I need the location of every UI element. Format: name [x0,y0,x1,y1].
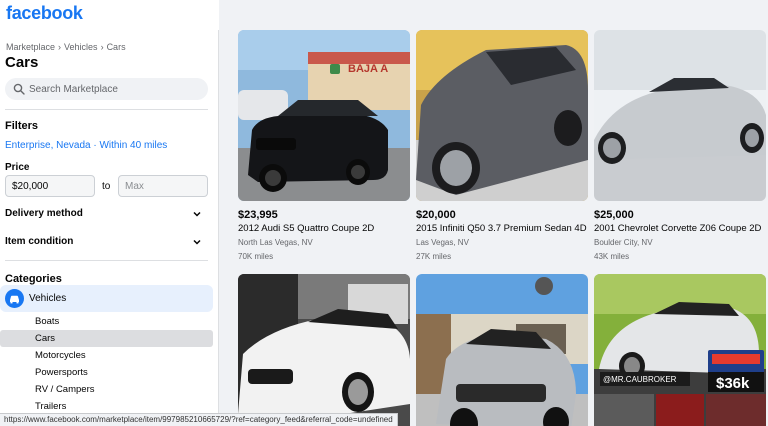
chevron-down-icon [193,239,201,245]
status-bar-url: https://www.facebook.com/marketplace/ite… [0,413,398,426]
listing-location: Boulder City, NV [594,238,653,247]
price-min-input[interactable] [5,175,95,197]
search-icon [13,83,25,95]
breadcrumb: Marketplace › Vehicles › Cars [6,42,126,52]
breadcrumb-cars[interactable]: Cars [107,42,126,52]
sidebar: Marketplace›Vehicles›Cars Cars Filters E… [0,30,219,426]
listing-photo[interactable] [594,30,766,201]
price-overlay-text: $36k [716,375,750,392]
subcategory-powersports[interactable]: Powersports [0,364,213,381]
location-filter-link[interactable]: Enterprise, Nevada · Within 40 miles [5,140,167,151]
listing-photo[interactable]: @MR.CAUBROKER $36k [594,274,766,426]
listing-price: $25,000 [594,209,634,221]
item-condition-label: Item condition [5,236,74,247]
delivery-method-dropdown[interactable]: Delivery method [5,206,208,224]
breadcrumb-marketplace[interactable]: Marketplace [6,42,55,52]
subcategory-label: Trailers [35,401,67,412]
page-title: Cars [5,54,39,71]
listing-photo[interactable] [416,274,588,426]
price-max-input[interactable] [118,175,208,197]
listing-title: 2001 Chevrolet Corvette Z06 Coupe 2D [594,223,762,234]
listing-price: $23,995 [238,209,278,221]
divider [5,109,208,110]
price-to-label: to [102,181,111,192]
subcategory-label: Cars [35,333,56,344]
listing-mileage: 27K miles [416,252,452,261]
subcategory-motorcycles[interactable]: Motorcycles [0,347,213,364]
car-icon [5,289,24,308]
listing-photo[interactable] [238,274,410,426]
listing-photo[interactable]: BAJA A [238,30,410,201]
filters-heading: Filters [5,120,39,132]
subcategory-rv-campers[interactable]: RV / Campers [0,381,213,398]
facebook-logo[interactable]: facebook [6,3,83,24]
subcategory-boats[interactable]: Boats [0,313,213,330]
listing-photo[interactable] [416,30,588,201]
delivery-method-label: Delivery method [5,208,83,219]
listing-location: Las Vegas, NV [416,238,469,247]
category-vehicles-label: Vehicles [29,293,67,304]
listing-title: 2015 Infiniti Q50 3.7 Premium Sedan 4D [416,223,587,234]
listing-location: North Las Vegas, NV [238,238,313,247]
storefront-sign-text: BAJA A [348,63,388,75]
categories-heading: Categories [5,273,62,285]
chevron-down-icon [193,211,201,217]
search-bar[interactable] [5,78,208,100]
subcategory-label: Boats [35,316,60,327]
category-vehicles[interactable]: Vehicles [0,285,213,312]
divider [5,260,208,261]
subcategory-label: Motorcycles [35,350,86,361]
listing-price: $20,000 [416,209,456,221]
subcategory-label: Powersports [35,367,88,378]
breadcrumb-vehicles[interactable]: Vehicles [64,42,98,52]
listing-title: 2012 Audi S5 Quattro Coupe 2D [238,223,375,234]
listing-mileage: 43K miles [594,252,630,261]
listings-feed: BAJA A $23,995 2012 Audi S5 Quattro Coup… [219,0,768,426]
watermark-handle-text: @MR.CAUBROKER [603,375,677,384]
item-condition-dropdown[interactable]: Item condition [5,234,208,252]
price-label: Price [5,162,30,173]
listing-mileage: 70K miles [238,252,274,261]
subcategory-cars[interactable]: Cars [0,330,213,347]
search-input[interactable] [29,82,199,96]
subcategory-label: RV / Campers [35,384,95,395]
